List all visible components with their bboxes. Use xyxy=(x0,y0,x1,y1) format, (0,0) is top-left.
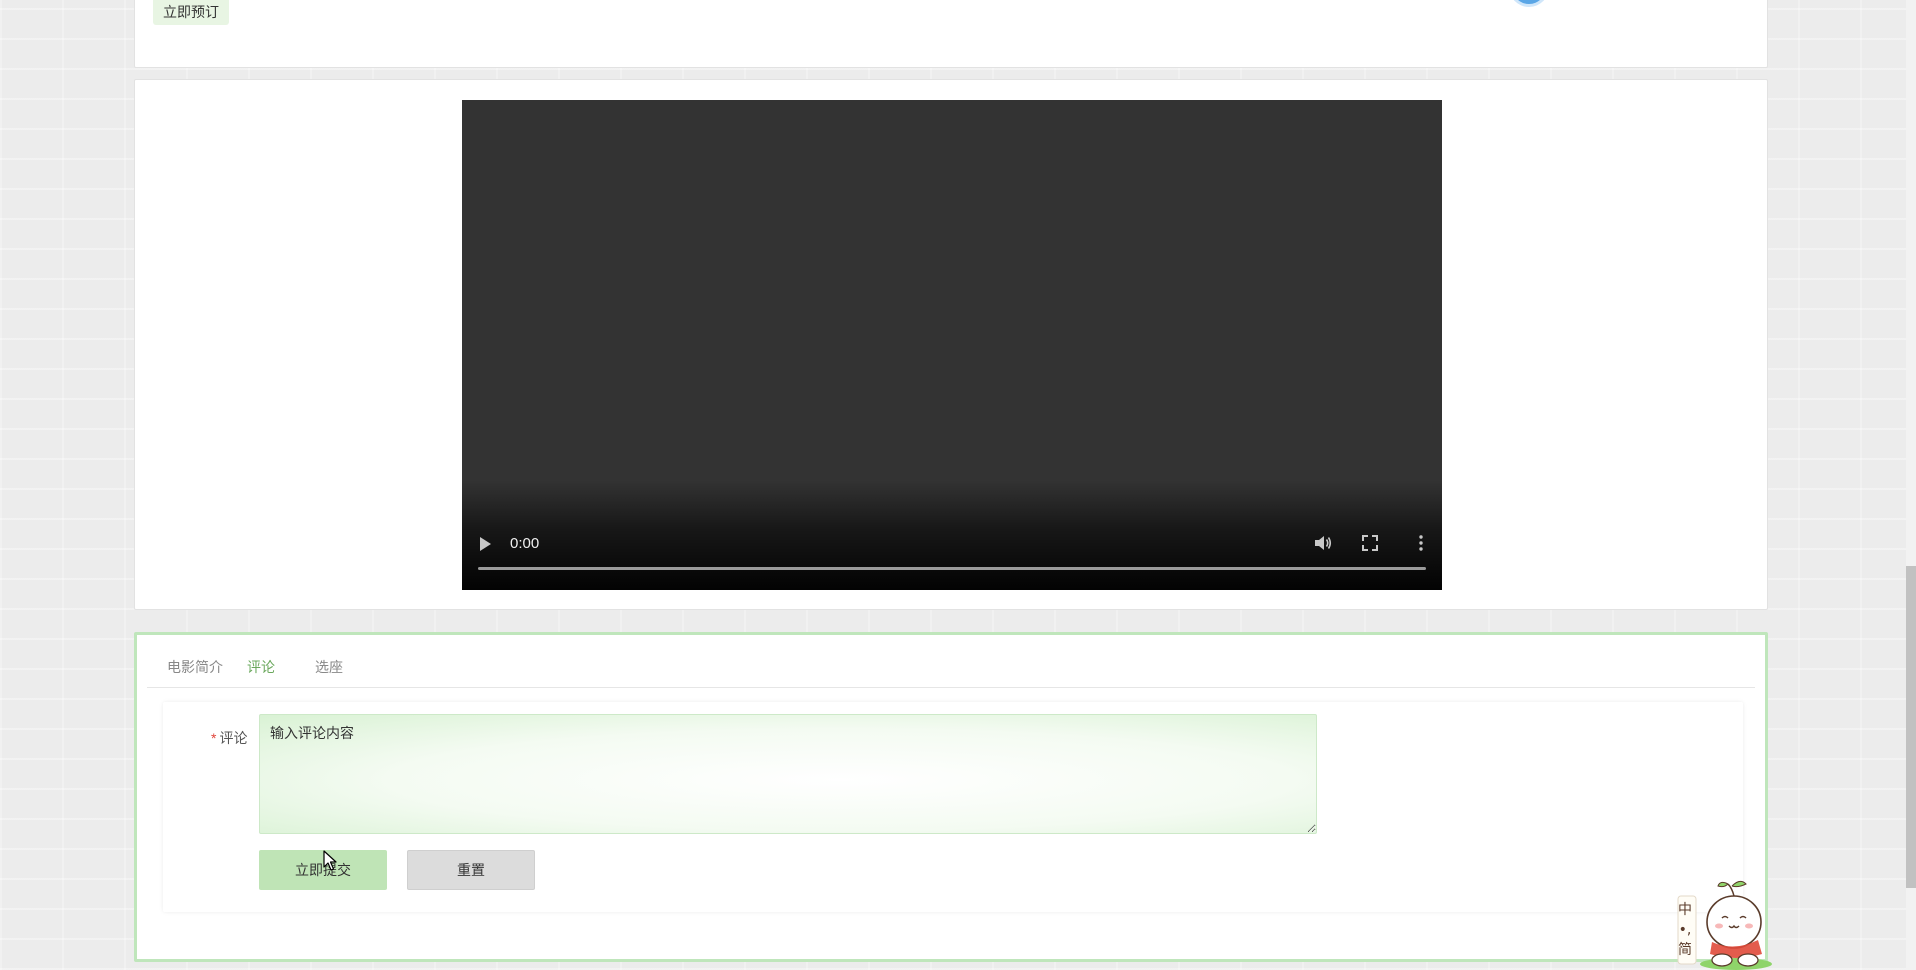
more-options-icon[interactable] xyxy=(1418,535,1424,551)
mascot-label[interactable]: 中 •, 简 xyxy=(1677,900,1693,960)
mascot-text-top: 中 xyxy=(1678,902,1692,918)
scrollbar-thumb[interactable] xyxy=(1906,566,1916,888)
fullscreen-icon[interactable] xyxy=(1362,535,1378,551)
tab-seat-selection[interactable]: 选座 xyxy=(315,657,343,677)
tabs-panel: 电影简介 评论 选座 *评论 立即提交 重置 xyxy=(134,632,1768,962)
reserve-now-button[interactable]: 立即预订 xyxy=(153,0,229,25)
submit-button[interactable]: 立即提交 xyxy=(259,850,387,890)
mascot-text-bottom: 简 xyxy=(1678,942,1692,958)
video-player[interactable]: 0:00 xyxy=(462,100,1442,590)
reset-button[interactable]: 重置 xyxy=(407,850,535,890)
comment-field-label: * 评论 xyxy=(211,728,247,748)
video-current-time: 0:00 xyxy=(510,535,540,552)
movie-info-panel: 立即预订 xyxy=(134,0,1768,68)
tab-movie-intro[interactable]: 电影简介 xyxy=(167,657,223,677)
required-mark: * xyxy=(211,730,217,746)
mascot-text-mid: •, xyxy=(1678,922,1692,938)
comment-textarea[interactable] xyxy=(259,714,1317,834)
comment-form: *评论 立即提交 重置 xyxy=(163,702,1743,912)
video-controls: 0:00 xyxy=(462,480,1442,590)
video-progress-bar[interactable] xyxy=(478,567,1426,570)
tab-bar: 电影简介 评论 选座 xyxy=(147,635,1755,688)
floating-ball-icon[interactable] xyxy=(1509,0,1549,7)
volume-icon[interactable] xyxy=(1314,535,1332,551)
video-panel: 0:00 xyxy=(134,79,1768,610)
tab-comment[interactable]: 评论 xyxy=(247,657,275,677)
play-icon[interactable] xyxy=(480,537,491,551)
comment-label-text: 评论 xyxy=(219,730,248,746)
